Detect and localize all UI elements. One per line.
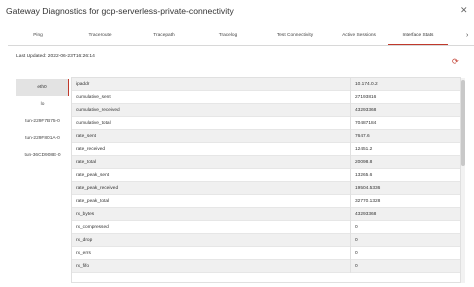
- stat-key: ipaddr: [76, 82, 90, 87]
- table-row: rx_errs 0: [72, 247, 460, 260]
- stat-value: 43293368: [355, 108, 377, 113]
- tab-tracepath[interactable]: Tracepath: [132, 29, 196, 45]
- stat-value: 70487184: [355, 121, 377, 126]
- close-icon[interactable]: ✕: [460, 4, 468, 16]
- stat-value: 0: [355, 238, 358, 243]
- table-row: rate_peak_sent 13265.6: [72, 169, 460, 182]
- scrollbar-thumb[interactable]: [461, 80, 465, 166]
- stat-key: rate_total: [76, 160, 97, 165]
- stat-value: 7647.6: [355, 134, 370, 139]
- stat-value: 0: [355, 225, 358, 230]
- table-row: rate_peak_total 32770.1328: [72, 195, 460, 208]
- stat-key: rate_peak_sent: [76, 173, 110, 178]
- stat-value: 12451.2: [355, 147, 373, 152]
- interface-item-lo[interactable]: lo: [16, 96, 69, 113]
- stat-value: 0: [355, 264, 358, 269]
- stat-key: cumulative_received: [76, 108, 120, 113]
- refresh-icon[interactable]: ⟳: [452, 58, 459, 66]
- table-row: rate_peak_received 19504.5336: [72, 182, 460, 195]
- table-row: [72, 273, 460, 282]
- stat-value: 19504.5336: [355, 186, 381, 191]
- table-row: ipaddr 10.174.0.2: [72, 78, 460, 91]
- stat-value: 43293368: [355, 212, 377, 217]
- table-row: rx_compressed 0: [72, 221, 460, 234]
- interface-item-eth0[interactable]: eth0: [16, 79, 69, 96]
- stat-key: rx_compressed: [76, 225, 109, 230]
- table-row: rate_received 12451.2: [72, 143, 460, 156]
- stat-value: 32770.1328: [355, 199, 381, 204]
- stat-key: rate_received: [76, 147, 106, 152]
- stat-key: cumulative_total: [76, 121, 111, 126]
- stat-key: rx_fifo: [76, 264, 90, 269]
- table-row: cumulative_sent 27193816: [72, 91, 460, 104]
- stat-value: 0: [355, 251, 358, 256]
- stat-value: 27193816: [355, 95, 377, 100]
- tab-bar: Ping Traceroute Tracepath Tracelog Test …: [8, 29, 474, 46]
- tab-ping[interactable]: Ping: [8, 29, 68, 45]
- stat-key: cumulative_sent: [76, 95, 111, 100]
- table-scrollbar[interactable]: [461, 78, 465, 283]
- stat-key: rx_errs: [76, 251, 91, 256]
- tab-tracelog[interactable]: Tracelog: [196, 29, 260, 45]
- stat-value: 10.174.0.2: [355, 82, 378, 87]
- dialog-title: Gateway Diagnostics for gcp-serverless-p…: [6, 6, 234, 16]
- interface-item-tun-229f7b75-0[interactable]: tun-229F7B75-0: [16, 113, 69, 130]
- tab-test-connectivity[interactable]: Test Connectivity: [260, 29, 330, 45]
- table-row: rx_drop 0: [72, 234, 460, 247]
- interface-item-tun-229f801a-0[interactable]: tun-229F801A-0: [16, 130, 69, 147]
- stat-key: rate_peak_total: [76, 199, 110, 204]
- tab-traceroute[interactable]: Traceroute: [68, 29, 132, 45]
- interface-list: eth0 lo tun-229F7B75-0 tun-229F801A-0 tu…: [16, 79, 69, 164]
- stat-key: rate_sent: [76, 134, 97, 139]
- stat-key: rx_drop: [76, 238, 93, 243]
- dialog-header: Gateway Diagnostics for gcp-serverless-p…: [0, 0, 474, 24]
- stat-value: 20098.8: [355, 160, 373, 165]
- table-row: rx_fifo 0: [72, 260, 460, 273]
- stat-value: 13265.6: [355, 173, 373, 178]
- table-row: rx_bytes 43293368: [72, 208, 460, 221]
- table-row: cumulative_received 43293368: [72, 104, 460, 117]
- tab-active-sessions[interactable]: Active Sessions: [330, 29, 388, 45]
- stat-key: rx_bytes: [76, 212, 95, 217]
- table-row: cumulative_total 70487184: [72, 117, 460, 130]
- table-row: rate_total 20098.8: [72, 156, 460, 169]
- tab-interface-stats[interactable]: Interface Stats: [388, 29, 448, 45]
- interface-stats-table: ipaddr 10.174.0.2 cumulative_sent 27193816…: [71, 77, 461, 283]
- stat-key: rate_peak_received: [76, 186, 119, 191]
- interface-item-tun-36cd908e-0[interactable]: tun-36CD908E-0: [16, 147, 69, 164]
- last-updated: Last Updated: 2022-06-23T16:26:14: [16, 54, 95, 59]
- table-row: rate_sent 7647.6: [72, 130, 460, 143]
- chevron-right-icon[interactable]: ›: [466, 29, 468, 42]
